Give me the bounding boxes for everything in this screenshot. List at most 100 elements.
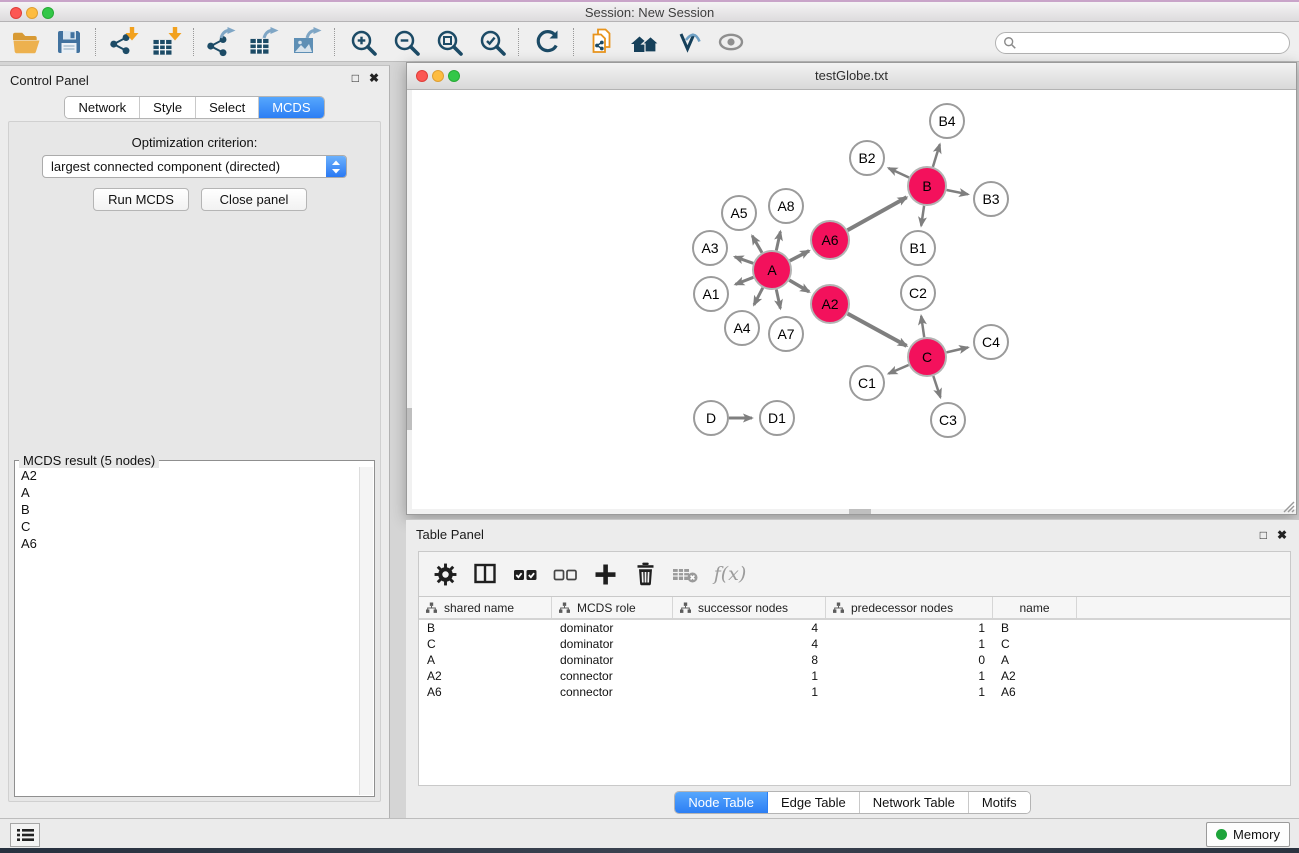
graph-edge-A6-B[interactable]	[848, 197, 907, 230]
graph-edge-A-A3[interactable]	[735, 257, 753, 264]
eye-icon[interactable]	[709, 25, 752, 59]
graph-node-A3[interactable]: A3	[693, 231, 727, 265]
new-session-icon[interactable]	[580, 25, 623, 59]
float-table-panel-icon[interactable]: □	[1260, 528, 1267, 542]
table-row[interactable]: A6connector11A6	[419, 684, 1290, 700]
table-row[interactable]: Adominator80A	[419, 652, 1290, 668]
tab-mcds[interactable]: MCDS	[259, 97, 323, 118]
table-cell[interactable]: 1	[826, 669, 993, 683]
graph-edge-B-B2[interactable]	[889, 168, 909, 177]
graph-edge-C-C2[interactable]	[921, 316, 924, 337]
graph-edge-C-C4[interactable]	[947, 347, 969, 352]
function-builder-icon[interactable]: f(x)	[707, 556, 753, 592]
table-cell[interactable]: A	[419, 653, 552, 667]
graph-node-A2[interactable]: A2	[811, 285, 849, 323]
graph-edge-A-A8[interactable]	[776, 232, 780, 251]
graph-edge-A-A7[interactable]	[776, 290, 780, 309]
graph-edge-A-A4[interactable]	[754, 288, 763, 305]
table-cell[interactable]: connector	[552, 685, 673, 699]
tab-node-table[interactable]: Node Table	[675, 792, 768, 813]
mcds-result-item[interactable]: A2	[16, 467, 360, 484]
close-panel-button[interactable]: Close panel	[201, 188, 307, 211]
zoom-in-icon[interactable]	[341, 25, 384, 59]
search-field[interactable]	[995, 32, 1290, 54]
delete-table-icon[interactable]	[667, 556, 703, 592]
graph-edge-B-B4[interactable]	[933, 144, 940, 167]
table-cell[interactable]: A2	[419, 669, 552, 683]
zoom-out-icon[interactable]	[384, 25, 427, 59]
settings-gear-icon[interactable]	[427, 556, 463, 592]
task-history-icon[interactable]	[10, 823, 40, 847]
graph-node-B2[interactable]: B2	[850, 141, 884, 175]
graph-node-B1[interactable]: B1	[901, 231, 935, 265]
graph-node-D1[interactable]: D1	[760, 401, 794, 435]
column-header-name[interactable]: name	[993, 597, 1077, 618]
export-network-icon[interactable]	[200, 25, 243, 59]
column-header-shared-name[interactable]: shared name	[419, 597, 552, 618]
graph-edge-A-A6[interactable]	[790, 251, 809, 261]
table-cell[interactable]: 1	[673, 669, 826, 683]
tab-style[interactable]: Style	[140, 97, 196, 118]
table-row[interactable]: Bdominator41B	[419, 620, 1290, 636]
column-header-MCDS-role[interactable]: MCDS role	[552, 597, 673, 618]
mcds-result-item[interactable]: C	[16, 518, 360, 535]
table-cell[interactable]: 1	[826, 685, 993, 699]
graph-node-C4[interactable]: C4	[974, 325, 1008, 359]
network-canvas[interactable]: B4B2BB3A5A8A6A3B1AA1C2A2A4A7C4CC1C3DD1	[407, 90, 1296, 514]
table-cell[interactable]: B	[419, 621, 552, 635]
open-file-icon[interactable]	[4, 25, 47, 59]
graph-node-B4[interactable]: B4	[930, 104, 964, 138]
graph-edge-A-A2[interactable]	[789, 280, 809, 292]
run-mcds-button[interactable]: Run MCDS	[93, 188, 189, 211]
graph-edge-C-C3[interactable]	[933, 376, 940, 397]
result-scrollbar[interactable]	[359, 467, 373, 795]
graph-edge-B-B3[interactable]	[947, 190, 968, 194]
table-cell[interactable]: C	[993, 637, 1077, 651]
graph-node-C1[interactable]: C1	[850, 366, 884, 400]
table-cell[interactable]: dominator	[552, 637, 673, 651]
export-table-icon[interactable]	[243, 25, 286, 59]
table-cell[interactable]: dominator	[552, 621, 673, 635]
tab-network-table[interactable]: Network Table	[860, 792, 969, 813]
graph-node-D[interactable]: D	[694, 401, 728, 435]
mcds-result-item[interactable]: A6	[16, 535, 360, 552]
home-icon[interactable]	[623, 25, 666, 59]
graph-node-A8[interactable]: A8	[769, 189, 803, 223]
add-icon[interactable]	[587, 556, 623, 592]
table-cell[interactable]: 4	[673, 621, 826, 635]
graph-node-A1[interactable]: A1	[694, 277, 728, 311]
table-cell[interactable]: 1	[826, 637, 993, 651]
network-window-titlebar[interactable]: testGlobe.txt	[407, 63, 1296, 90]
graph-edge-C-C1[interactable]	[889, 365, 909, 374]
table-cell[interactable]: A6	[419, 685, 552, 699]
table-row[interactable]: A2connector11A2	[419, 668, 1290, 684]
zoom-fit-icon[interactable]	[427, 25, 470, 59]
columns-icon[interactable]	[467, 556, 503, 592]
graph-node-B3[interactable]: B3	[974, 182, 1008, 216]
table-row[interactable]: Cdominator41C	[419, 636, 1290, 652]
refresh-icon[interactable]	[525, 25, 568, 59]
close-table-panel-icon[interactable]: ✖	[1277, 528, 1287, 542]
deselect-all-icon[interactable]	[547, 556, 583, 592]
table-cell[interactable]: dominator	[552, 653, 673, 667]
graphics-details-icon[interactable]	[666, 25, 709, 59]
import-network-icon[interactable]	[102, 25, 145, 59]
search-input[interactable]	[1021, 35, 1289, 51]
delete-icon[interactable]	[627, 556, 663, 592]
close-panel-icon[interactable]: ✖	[369, 71, 379, 85]
memory-button[interactable]: Memory	[1206, 822, 1290, 847]
zoom-selected-icon[interactable]	[470, 25, 513, 59]
column-header-predecessor-nodes[interactable]: predecessor nodes	[826, 597, 993, 618]
graph-edge-B-B1[interactable]	[921, 206, 924, 226]
table-cell[interactable]: A	[993, 653, 1077, 667]
table-cell[interactable]: A2	[993, 669, 1077, 683]
graph-node-C[interactable]: C	[908, 338, 946, 376]
graph-edge-A2-C[interactable]	[848, 314, 907, 346]
graph-node-A4[interactable]: A4	[725, 311, 759, 345]
graph-node-A[interactable]: A	[753, 251, 791, 289]
graph-node-B[interactable]: B	[908, 167, 946, 205]
export-image-icon[interactable]	[286, 25, 329, 59]
graph-node-C3[interactable]: C3	[931, 403, 965, 437]
graph-node-C2[interactable]: C2	[901, 276, 935, 310]
table-cell[interactable]: 4	[673, 637, 826, 651]
